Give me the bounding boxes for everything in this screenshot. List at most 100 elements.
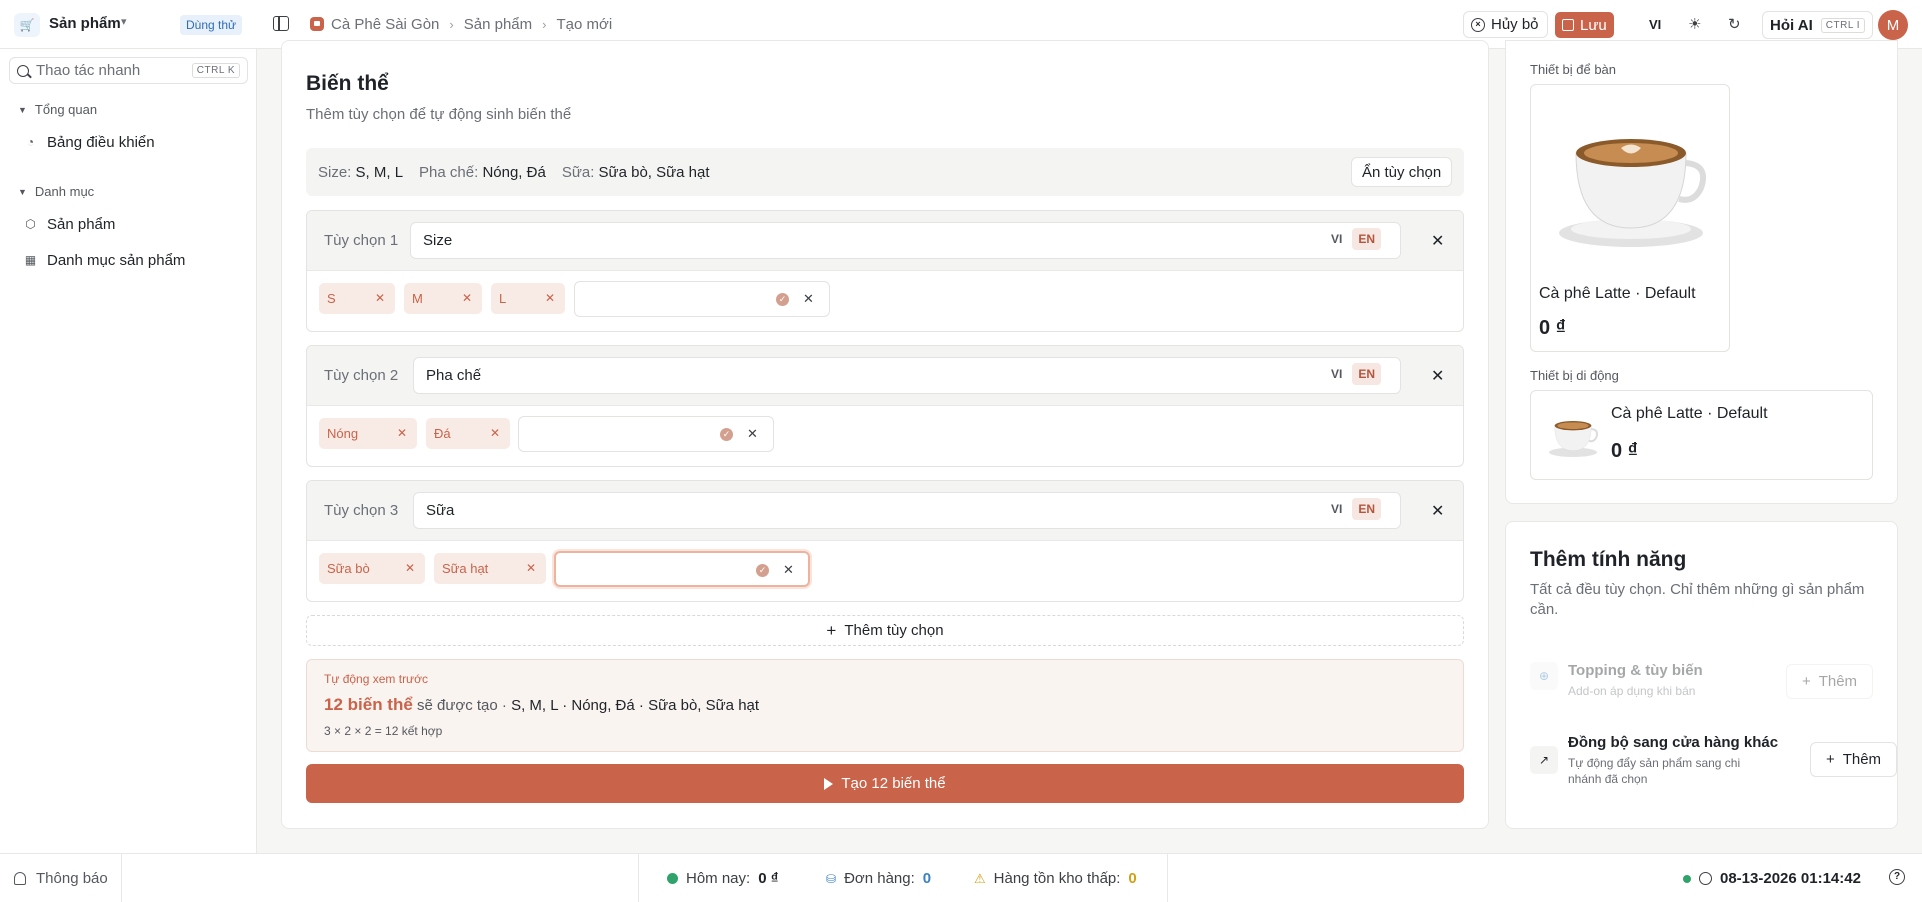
close-circle-icon: ×: [1471, 17, 1485, 32]
value-chip: Sữa bò ✕: [319, 553, 425, 584]
product-price: 0 ₫: [1611, 440, 1638, 462]
refresh-icon[interactable]: ↻: [1728, 15, 1741, 33]
product-name: Cà phê Latte · Default: [1611, 405, 1768, 422]
chevron-down-icon[interactable]: ▾: [121, 15, 127, 28]
lang-en-button[interactable]: EN: [1352, 498, 1382, 520]
add-option-button[interactable]: + Thêm tùy chọn: [306, 615, 1464, 646]
feature-title: Đồng bộ sang cửa hàng khác: [1568, 734, 1779, 751]
revenue-icon: [667, 873, 678, 884]
grid-icon: ▦: [24, 253, 37, 267]
remove-option-icon[interactable]: ✕: [1431, 231, 1444, 251]
option-name-input[interactable]: Pha chế: [413, 357, 1401, 394]
remove-value-icon[interactable]: ✕: [545, 291, 555, 305]
sidebar-toggle-icon[interactable]: [273, 16, 289, 31]
sidebar-item-label: Bảng điều khiển: [47, 134, 155, 151]
today-revenue: Hôm nay: 0 ₫: [667, 870, 778, 887]
option-block-3: Tùy chọn 3 Sữa VI EN ✕ Sữa bò ✕ Sữa hạt …: [306, 480, 1464, 602]
lang-vi-button[interactable]: VI: [1325, 363, 1348, 385]
datetime: 08-13-2026 01:14:42: [1720, 870, 1861, 887]
new-value-input[interactable]: ✓ ✕: [518, 416, 774, 452]
sidebar-item-label: Sản phẩm: [47, 216, 116, 233]
arrow-up-right-icon: ↗: [1530, 746, 1558, 774]
remove-option-icon[interactable]: ✕: [1431, 366, 1444, 386]
orders-label: Đơn hàng:: [844, 870, 915, 887]
save-button[interactable]: Lưu: [1555, 12, 1614, 38]
trial-badge: Dùng thử: [180, 15, 243, 35]
play-icon: [824, 777, 834, 790]
product-name: Cà phê Latte · Default: [1539, 285, 1696, 302]
clear-icon[interactable]: ✕: [783, 562, 794, 578]
low-stock-stat: ⚠ Hàng tồn kho thấp: 0: [974, 870, 1137, 887]
sidebar-item-categories[interactable]: ▦ Danh mục sản phẩm: [24, 252, 186, 269]
remove-value-icon[interactable]: ✕: [397, 426, 407, 440]
sidebar-item-label: Danh mục sản phẩm: [47, 252, 186, 269]
new-value-input[interactable]: ✓ ✕: [554, 551, 810, 587]
divider: [121, 854, 122, 902]
cart-icon[interactable]: 🛒: [14, 13, 40, 37]
chevron-down-icon: ▼: [18, 104, 27, 115]
summary-value: S, M, L: [355, 163, 404, 181]
avatar[interactable]: M: [1878, 10, 1908, 40]
app-switcher[interactable]: Sản phẩm: [49, 15, 121, 32]
confirm-icon[interactable]: ✓: [720, 428, 733, 441]
remove-value-icon[interactable]: ✕: [405, 561, 415, 575]
remove-value-icon[interactable]: ✕: [490, 426, 500, 440]
notifications-button[interactable]: Thông báo: [14, 870, 108, 887]
plus-icon: +: [1801, 673, 1811, 690]
new-value-input[interactable]: ✓ ✕: [574, 281, 830, 317]
confirm-icon[interactable]: ✓: [756, 564, 769, 577]
breadcrumb-products[interactable]: Sản phẩm: [464, 16, 532, 33]
clear-icon[interactable]: ✕: [747, 426, 758, 442]
quick-action-search[interactable]: Thao tác nhanh CTRL K: [9, 57, 248, 84]
language-toggle: VI EN: [1325, 228, 1382, 250]
lang-en-button[interactable]: EN: [1352, 228, 1382, 250]
hide-options-button[interactable]: Ẩn tùy chọn: [1351, 157, 1453, 187]
lang-vi-button[interactable]: VI: [1325, 228, 1348, 250]
preview-formula: 3 × 2 × 2 = 12 kết hợp: [324, 724, 443, 738]
option-name-input[interactable]: Sữa: [413, 492, 1401, 529]
mobile-label: Thiết bị di động: [1530, 368, 1619, 383]
remove-value-icon[interactable]: ✕: [462, 291, 472, 305]
sidebar-item-dashboard[interactable]: ◔ Bảng điều khiển: [24, 134, 155, 151]
add-option-label: Thêm tùy chọn: [844, 622, 944, 639]
lang-vi-button[interactable]: VI: [1325, 498, 1348, 520]
remove-value-icon[interactable]: ✕: [375, 291, 385, 305]
section-catalog[interactable]: ▼ Danh mục: [18, 184, 94, 199]
desktop-label: Thiết bị để bàn: [1530, 62, 1617, 77]
breadcrumb-store[interactable]: Cà Phê Sài Gòn: [331, 16, 439, 33]
ask-ai-label: Hỏi AI: [1770, 16, 1813, 34]
lang-en-button[interactable]: EN: [1352, 363, 1382, 385]
cancel-button[interactable]: × Hủy bỏ: [1463, 11, 1548, 38]
language-button[interactable]: VI: [1649, 17, 1661, 32]
topping-icon: ⊕: [1530, 662, 1558, 690]
search-icon: [17, 64, 29, 77]
divider: [1167, 854, 1168, 902]
today-label: Hôm nay:: [686, 870, 751, 887]
remove-value-icon[interactable]: ✕: [526, 561, 536, 575]
value-chip-label: Nóng: [327, 426, 359, 441]
summary-key: Pha chế:: [419, 163, 479, 181]
section-overview[interactable]: ▼ Tổng quan: [18, 102, 97, 117]
value-chip: L ✕: [491, 283, 565, 314]
variant-count: 12 biến thể: [324, 695, 413, 714]
add-sync-button[interactable]: + Thêm: [1810, 742, 1897, 777]
option-block-2: Tùy chọn 2 Pha chế VI EN ✕ Nóng ✕ Đá ✕ ✓…: [306, 345, 1464, 467]
generate-variants-button[interactable]: Tạo 12 biến thể: [306, 764, 1464, 803]
sidebar-item-products[interactable]: ⬡ Sản phẩm: [24, 216, 115, 233]
help-icon[interactable]: ?: [1889, 869, 1905, 885]
sun-icon[interactable]: ☀: [1688, 15, 1701, 33]
feature-desc: Add-on áp dụng khi bán: [1568, 684, 1696, 698]
clear-icon[interactable]: ✕: [803, 291, 814, 307]
language-toggle: VI EN: [1325, 498, 1382, 520]
quick-action-shortcut: CTRL K: [191, 63, 240, 78]
confirm-icon[interactable]: ✓: [776, 293, 789, 306]
ask-ai-button[interactable]: Hỏi AI CTRL I: [1762, 11, 1874, 39]
section-title: Danh mục: [34, 184, 95, 199]
value-chip: S ✕: [319, 283, 395, 314]
option-header: Tùy chọn 3 Sữa VI EN ✕: [307, 481, 1463, 541]
option-name-input[interactable]: Size: [410, 222, 1401, 259]
remove-option-icon[interactable]: ✕: [1431, 501, 1444, 521]
add-topping-button[interactable]: + Thêm: [1786, 664, 1873, 699]
cancel-label: Hủy bỏ: [1491, 16, 1539, 33]
value-chip-label: L: [499, 291, 507, 306]
